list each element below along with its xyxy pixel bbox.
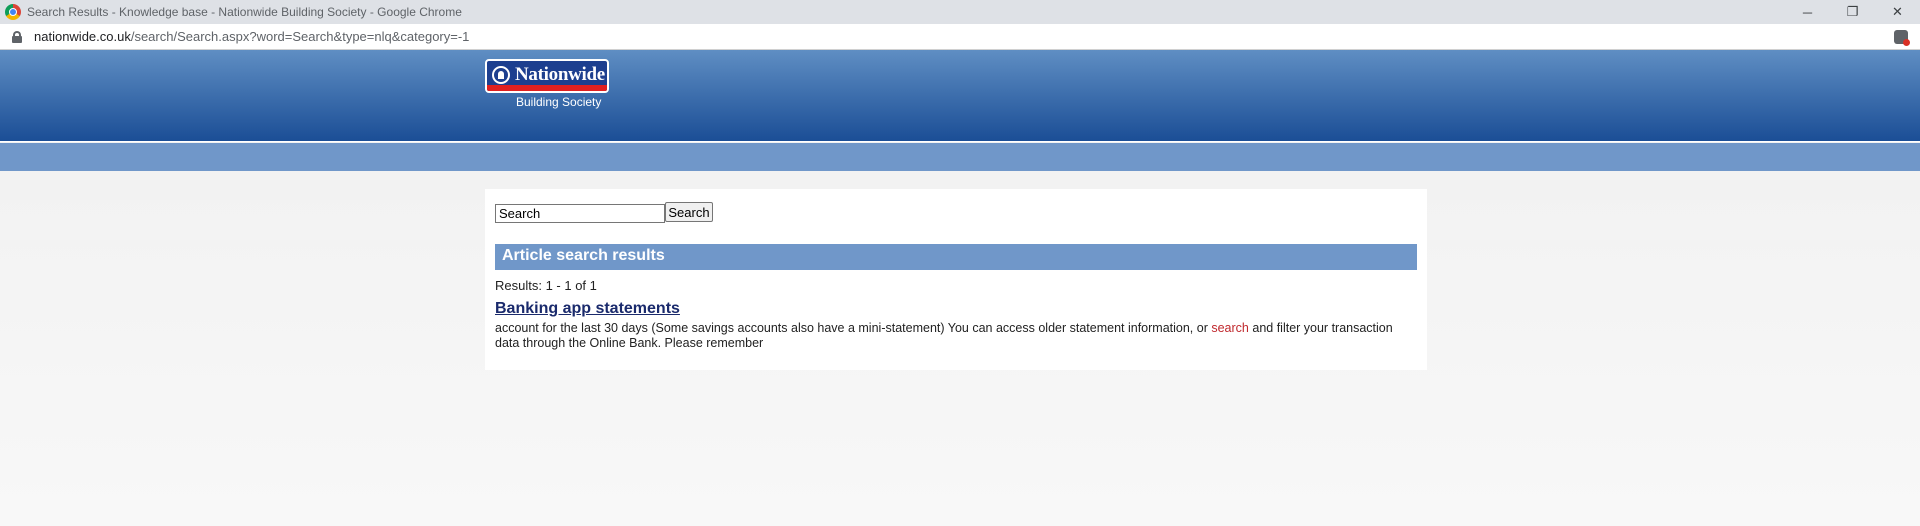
address-bar[interactable]: nationwide.co.uk/search/Search.aspx?word…: [0, 24, 1920, 50]
minimize-button[interactable]: ─: [1785, 0, 1830, 24]
search-results-panel: Search Article search results Results: 1…: [485, 189, 1427, 370]
results-header: Article search results: [495, 244, 1417, 270]
search-input[interactable]: [495, 204, 665, 223]
logo-subtitle: Building Society: [516, 95, 602, 109]
url-text[interactable]: nationwide.co.uk/search/Search.aspx?word…: [34, 29, 469, 44]
logo-text: Nationwide: [515, 64, 605, 85]
sub-navigation-bar: [0, 143, 1920, 171]
extension-icon[interactable]: [1894, 30, 1910, 46]
close-button[interactable]: ✕: [1875, 0, 1920, 24]
lock-icon[interactable]: [12, 30, 22, 43]
url-host: nationwide.co.uk: [34, 29, 131, 44]
restore-button[interactable]: ❐: [1830, 0, 1875, 24]
window-title: Search Results - Knowledge base - Nation…: [27, 5, 462, 19]
chrome-logo-icon: [5, 4, 21, 20]
result-title-link[interactable]: Banking app statements: [495, 300, 680, 318]
site-header: Nationwide Building Society: [0, 50, 1920, 142]
url-path: /search/Search.aspx?word=Search&type=nlq…: [130, 29, 470, 44]
results-count: Results: 1 - 1 of 1: [495, 278, 597, 293]
search-button[interactable]: Search: [665, 202, 713, 222]
snippet-before: account for the last 30 days (Some savin…: [495, 321, 1212, 335]
logo-emblem-icon: [492, 66, 510, 84]
result-snippet: account for the last 30 days (Some savin…: [495, 321, 1415, 351]
browser-title-bar: Search Results - Knowledge base - Nation…: [0, 0, 1920, 24]
logo-red-stripe: [487, 85, 607, 91]
nationwide-logo[interactable]: Nationwide: [485, 59, 609, 93]
window-controls: ─ ❐ ✕: [1785, 0, 1920, 24]
snippet-highlight: search: [1211, 321, 1249, 335]
